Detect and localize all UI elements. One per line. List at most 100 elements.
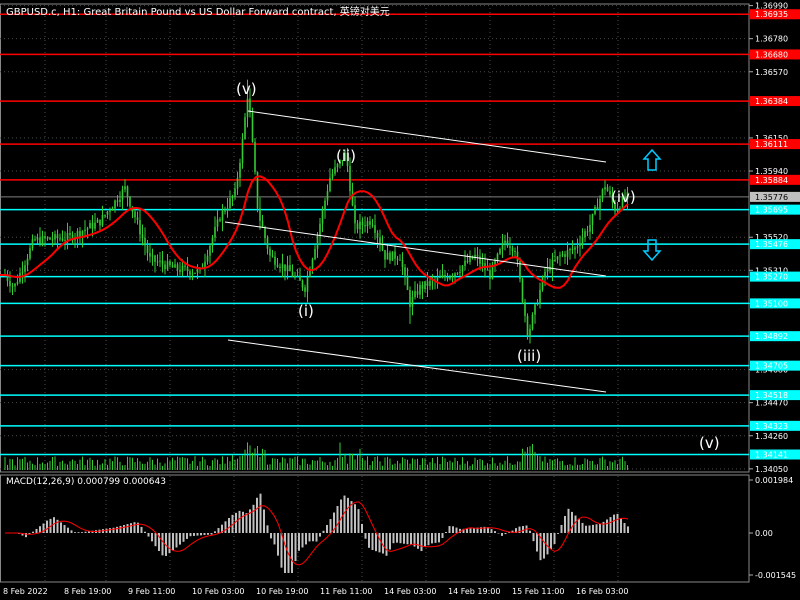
candle-body bbox=[299, 275, 301, 281]
chart-title: GBPUSD.c, H1: Great Britain Pound vs US … bbox=[6, 7, 390, 18]
wave-label: (iii) bbox=[517, 347, 541, 365]
candle-body bbox=[174, 264, 176, 268]
candle-body bbox=[481, 263, 484, 265]
candle-body bbox=[209, 245, 211, 256]
candle-body bbox=[279, 266, 281, 268]
support-level-label: 1.35476 bbox=[755, 240, 788, 249]
candle-body bbox=[459, 271, 461, 273]
candle-body bbox=[371, 224, 374, 226]
candle-body bbox=[524, 301, 526, 316]
candle-body bbox=[204, 261, 206, 268]
candle-body bbox=[91, 222, 94, 229]
candle-body bbox=[349, 166, 351, 192]
candle-body bbox=[129, 196, 131, 207]
candle-body bbox=[181, 265, 184, 272]
candle-body bbox=[64, 239, 66, 241]
candle-body bbox=[261, 220, 264, 228]
candle-body bbox=[106, 211, 109, 215]
candle-body bbox=[541, 277, 544, 290]
wave-label: (iv) bbox=[611, 188, 636, 206]
candle-body bbox=[251, 112, 254, 142]
candle-body bbox=[139, 219, 141, 235]
resistance-level-label: 1.36680 bbox=[755, 50, 788, 59]
candle-body bbox=[126, 186, 129, 197]
candle-body bbox=[34, 239, 36, 241]
candle-body bbox=[334, 167, 336, 174]
candle-body bbox=[69, 233, 71, 235]
candle-body bbox=[271, 255, 274, 257]
candle-body bbox=[134, 211, 136, 218]
candle-body bbox=[391, 251, 394, 261]
wave-label: (ii) bbox=[336, 147, 356, 165]
time-tick-label: 15 Feb 11:00 bbox=[512, 587, 564, 596]
candle-body bbox=[324, 200, 326, 211]
candle-body bbox=[441, 274, 444, 278]
candle-body bbox=[39, 237, 41, 244]
candle-body bbox=[574, 247, 576, 250]
candle-body bbox=[456, 272, 459, 274]
candle-body bbox=[606, 187, 609, 192]
candle-body bbox=[151, 255, 154, 257]
candle-body bbox=[309, 270, 311, 277]
support-level-label: 1.34892 bbox=[755, 332, 788, 341]
price-tick-label: 1.34050 bbox=[755, 465, 788, 474]
candle-body bbox=[359, 221, 361, 230]
candle-body bbox=[31, 239, 34, 249]
arrow-up-icon bbox=[642, 148, 662, 171]
candle-body bbox=[116, 200, 119, 202]
candle-body bbox=[496, 253, 499, 261]
candle-body bbox=[424, 281, 426, 289]
candle-body bbox=[384, 250, 386, 260]
candle-body bbox=[186, 266, 189, 272]
candle-body bbox=[401, 259, 404, 268]
candle-body bbox=[576, 246, 579, 248]
candle-body bbox=[189, 271, 191, 275]
candle-body bbox=[544, 271, 546, 278]
candle-body bbox=[184, 265, 186, 267]
candle-body bbox=[26, 258, 29, 266]
candle-body bbox=[236, 177, 239, 189]
candle-body bbox=[396, 258, 399, 260]
macd-tick-label: -0.001545 bbox=[755, 571, 796, 580]
candle-body bbox=[304, 287, 306, 292]
candle-body bbox=[364, 225, 366, 227]
candle-body bbox=[41, 235, 44, 244]
candle-body bbox=[231, 196, 234, 199]
candle-body bbox=[241, 138, 244, 163]
candle-body bbox=[46, 237, 49, 239]
price-tick-label: 1.36780 bbox=[755, 35, 788, 44]
price-tick-label: 1.34260 bbox=[755, 432, 788, 441]
candle-body bbox=[14, 283, 16, 287]
candle-body bbox=[564, 254, 566, 257]
resistance-level-label: 1.36935 bbox=[755, 10, 788, 19]
macd-tick-label: 0.00 bbox=[755, 529, 773, 538]
candle-body bbox=[429, 280, 431, 287]
macd-tick-label: 0.001984 bbox=[755, 476, 793, 485]
candle-body bbox=[246, 98, 249, 118]
macd-label: MACD(12,26,9) 0.000799 0.000643 bbox=[6, 477, 166, 487]
price-chart[interactable]: 1.369901.367801.365701.361501.359401.355… bbox=[0, 0, 800, 600]
support-level-label: 1.34705 bbox=[755, 362, 788, 371]
candle-body bbox=[394, 251, 396, 259]
candle-body bbox=[414, 291, 416, 298]
candle-body bbox=[281, 264, 284, 268]
candle-body bbox=[461, 265, 464, 272]
candle-body bbox=[169, 261, 171, 266]
channel-trendline bbox=[247, 110, 607, 163]
candle-body bbox=[76, 231, 79, 238]
candle-body bbox=[589, 224, 591, 232]
candle-body bbox=[351, 191, 354, 206]
candle-body bbox=[386, 252, 389, 260]
candle-body bbox=[284, 264, 286, 272]
candle-body bbox=[214, 226, 216, 238]
candle-body bbox=[191, 273, 194, 275]
candle-body bbox=[29, 248, 31, 259]
candle-body bbox=[84, 229, 86, 232]
candle-body bbox=[111, 208, 114, 211]
candle-body bbox=[454, 273, 456, 277]
candle-body bbox=[436, 277, 439, 281]
time-tick-label: 10 Feb 03:00 bbox=[192, 587, 244, 596]
candle-body bbox=[319, 223, 321, 236]
current-price-label: 1.35776 bbox=[755, 193, 788, 202]
candle-body bbox=[591, 213, 594, 225]
